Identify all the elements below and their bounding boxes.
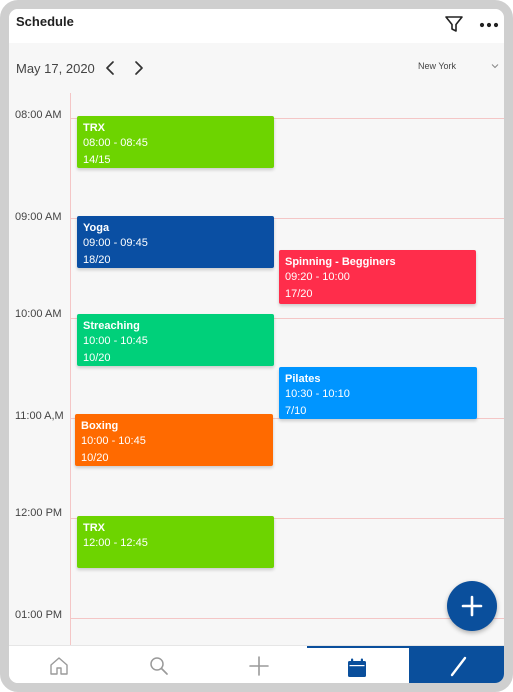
time-label: 09:00 AM bbox=[15, 211, 62, 223]
event-card-streaching[interactable]: Streaching 10:00 - 10:45 10/20 bbox=[77, 314, 274, 366]
hour-line bbox=[70, 618, 504, 619]
event-title: Pilates bbox=[285, 373, 321, 385]
time-label: 11:00 A,M bbox=[15, 410, 64, 422]
bottom-navigation bbox=[9, 645, 504, 683]
event-time: 09:20 - 10:00 bbox=[285, 271, 350, 283]
chevron-right-icon[interactable] bbox=[131, 59, 147, 77]
date-navigation: May 17, 2020 New York bbox=[9, 43, 504, 93]
event-title: Spinning - Begginers bbox=[285, 256, 396, 268]
chevron-left-icon[interactable] bbox=[102, 59, 118, 77]
event-card-pilates[interactable]: Pilates 10:30 - 10:10 7/10 bbox=[279, 367, 477, 419]
time-axis-line bbox=[70, 93, 71, 645]
nav-home[interactable] bbox=[9, 646, 109, 683]
page-title: Schedule bbox=[16, 14, 74, 29]
nav-calendar[interactable] bbox=[307, 646, 409, 683]
app-screen: Schedule May 17, 2020 New York 08:00 AM … bbox=[9, 9, 504, 683]
add-event-button[interactable] bbox=[447, 581, 497, 631]
timezone-value: New York bbox=[418, 61, 457, 71]
chevron-down-icon bbox=[491, 64, 499, 69]
calendar-icon bbox=[348, 658, 366, 677]
event-time: 12:00 - 12:45 bbox=[83, 537, 148, 549]
schedule-grid[interactable]: 08:00 AM 09:00 AM 10:00 AM 11:00 A,M 12:… bbox=[9, 93, 504, 645]
event-card-trx[interactable]: TRX 08:00 - 08:45 14/15 bbox=[77, 116, 274, 168]
event-capacity: 10/20 bbox=[81, 452, 109, 464]
event-time: 08:00 - 08:45 bbox=[83, 137, 148, 149]
event-capacity: 18/20 bbox=[83, 254, 111, 266]
event-card-trx[interactable]: TRX 12:00 - 12:45 bbox=[77, 516, 274, 568]
time-label: 01:00 PM bbox=[15, 609, 63, 621]
top-bar: Schedule bbox=[9, 9, 504, 43]
event-card-boxing[interactable]: Boxing 10:00 - 10:45 10/20 bbox=[75, 414, 273, 466]
nav-search[interactable] bbox=[109, 646, 209, 683]
event-title: TRX bbox=[83, 522, 105, 534]
event-time: 10:00 - 10:45 bbox=[81, 435, 146, 447]
time-label: 08:00 AM bbox=[15, 109, 62, 121]
device-frame: Schedule May 17, 2020 New York 08:00 AM … bbox=[0, 0, 513, 692]
event-card-yoga[interactable]: Yoga 09:00 - 09:45 18/20 bbox=[77, 216, 274, 268]
edit-icon bbox=[450, 656, 467, 677]
nav-add[interactable] bbox=[209, 646, 309, 683]
plus-icon bbox=[249, 656, 269, 676]
current-date: May 17, 2020 bbox=[16, 61, 95, 76]
event-time: 10:00 - 10:45 bbox=[83, 335, 148, 347]
event-title: Yoga bbox=[83, 222, 110, 234]
search-icon bbox=[150, 657, 168, 675]
plus-icon bbox=[461, 595, 483, 617]
event-card-spinning[interactable]: Spinning - Begginers 09:20 - 10:00 17/20 bbox=[279, 250, 476, 304]
event-capacity: 7/10 bbox=[285, 405, 307, 417]
more-icon[interactable] bbox=[479, 16, 499, 32]
event-time: 09:00 - 09:45 bbox=[83, 237, 148, 249]
event-title: Boxing bbox=[81, 420, 119, 432]
event-time: 10:30 - 10:10 bbox=[285, 388, 350, 400]
event-capacity: 10/20 bbox=[83, 352, 111, 364]
time-label: 10:00 AM bbox=[15, 308, 62, 320]
time-label: 12:00 PM bbox=[15, 507, 63, 519]
nav-edit[interactable] bbox=[409, 646, 504, 683]
filter-icon[interactable] bbox=[444, 14, 464, 34]
event-capacity: 17/20 bbox=[285, 288, 313, 300]
timezone-select[interactable]: New York bbox=[414, 56, 502, 78]
home-icon bbox=[50, 657, 68, 675]
event-title: TRX bbox=[83, 122, 105, 134]
event-capacity: 14/15 bbox=[83, 154, 111, 166]
event-title: Streaching bbox=[83, 320, 140, 332]
